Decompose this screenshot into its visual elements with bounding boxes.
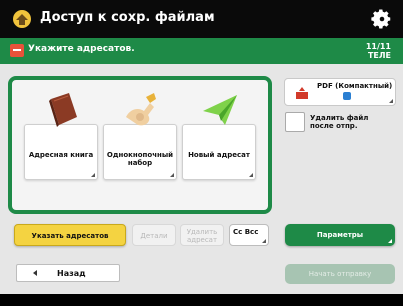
delete-destination-button[interactable]: Удалить адресат — [180, 224, 224, 246]
delete-file-checkbox[interactable] — [285, 112, 305, 132]
folder-access-icon — [13, 10, 31, 28]
one-touch-button[interactable]: Однокнопочный набор — [103, 93, 177, 180]
bottom-bar — [0, 294, 403, 306]
back-arrow-icon — [33, 270, 37, 276]
new-destination-label: Новый адресат — [188, 151, 250, 159]
start-send-label: Начать отправку — [308, 270, 372, 278]
pdf-icon — [296, 87, 308, 99]
address-book-label: Адресная книга — [28, 151, 94, 159]
title-bar: Доступ к сохр. файлам — [0, 0, 403, 38]
file-format-button[interactable]: PDF (Компактный) — [284, 78, 396, 106]
specify-destinations-label: Указать адресатов — [31, 232, 109, 240]
counter-line-1: 11/11 — [365, 42, 391, 51]
corner-marker — [91, 173, 95, 177]
instruction-bar: Укажите адресатов. 11/11 ТЕЛЕ — [0, 38, 403, 64]
corner-marker — [170, 173, 174, 177]
cc-bcc-label: Cc Bcc — [233, 228, 259, 236]
counter-line-2: ТЕЛЕ — [367, 51, 391, 60]
instruction-text: Укажите адресатов. — [28, 44, 135, 54]
destination-icon — [10, 44, 24, 57]
pdf-option-icon — [343, 92, 351, 100]
address-book-icon — [49, 93, 77, 127]
page-title: Доступ к сохр. файлам — [40, 10, 215, 25]
one-touch-label: Однокнопочный набор — [106, 151, 174, 167]
file-format-label: PDF (Компактный) — [317, 82, 393, 90]
new-destination-button[interactable]: Новый адресат — [182, 95, 256, 180]
parameters-button[interactable]: Параметры — [285, 224, 395, 246]
gear-icon[interactable] — [371, 8, 393, 30]
corner-marker — [389, 99, 393, 103]
specify-destinations-button[interactable]: Указать адресатов — [14, 224, 126, 246]
address-book-button[interactable]: Адресная книга — [24, 93, 98, 180]
parameters-label: Параметры — [316, 231, 364, 239]
corner-marker — [388, 239, 392, 243]
start-send-button[interactable]: Начать отправку — [285, 264, 395, 284]
corner-marker — [262, 239, 266, 243]
cc-bcc-button[interactable]: Cc Bcc — [229, 224, 269, 246]
corner-marker — [249, 173, 253, 177]
delete-file-label: Удалить файл после отпр. — [310, 114, 369, 130]
delete-destination-label: Удалить адресат — [186, 228, 218, 244]
paper-plane-icon — [203, 95, 237, 125]
details-label: Детали — [140, 232, 168, 240]
back-label: Назад — [57, 269, 86, 278]
destination-counter: 11/11 ТЕЛЕ — [351, 42, 391, 60]
one-touch-icon — [126, 93, 156, 126]
back-button[interactable]: Назад — [16, 264, 120, 282]
details-button[interactable]: Детали — [132, 224, 176, 246]
